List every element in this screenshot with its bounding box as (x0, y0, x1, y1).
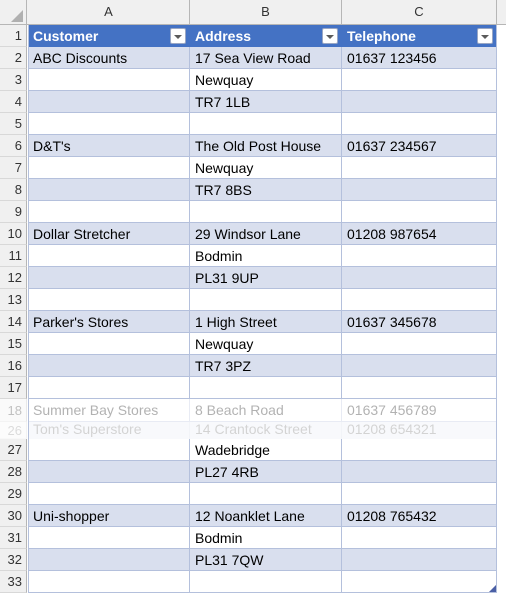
row-header[interactable]: 11 (0, 245, 27, 267)
row-header[interactable]: 32 (0, 549, 27, 571)
row-header[interactable]: 10 (0, 223, 27, 245)
select-all-button[interactable] (0, 0, 27, 24)
select-all-triangle-icon (11, 10, 23, 22)
column-header-b[interactable]: B (190, 0, 342, 24)
row-header[interactable]: 31 (0, 527, 27, 549)
row-header[interactable]: 9 (0, 201, 27, 223)
row-header[interactable]: 12 (0, 267, 27, 289)
row-header[interactable]: 29 (0, 483, 27, 505)
row-header[interactable]: 27 (0, 439, 27, 461)
row-header[interactable]: 4 (0, 91, 27, 113)
row-header[interactable]: 3 (0, 69, 27, 91)
table-resize-handle[interactable] (489, 585, 496, 592)
spreadsheet-grid[interactable]: A B C 1 Customer Address Telephone 2 ABC Discoun… (0, 0, 506, 603)
row-header[interactable]: 14 (0, 311, 27, 333)
column-header-strip: ABC (0, 0, 506, 25)
column-header-a[interactable]: A (28, 0, 190, 24)
row-header[interactable]: 6 (0, 135, 27, 157)
row-header[interactable]: 13 (0, 289, 27, 311)
row-header[interactable]: 18 (0, 399, 27, 422)
row-header[interactable]: 30 (0, 505, 27, 527)
row-header[interactable]: 33 (0, 571, 27, 593)
row-header[interactable]: 5 (0, 113, 27, 135)
table-outline (28, 25, 497, 593)
row-header[interactable]: 2 (0, 47, 27, 69)
row-header[interactable]: 1 (0, 25, 27, 47)
row-header[interactable]: 17 (0, 377, 27, 399)
row-header[interactable]: 16 (0, 355, 27, 377)
column-header-c[interactable]: C (342, 0, 497, 24)
row-header[interactable]: 15 (0, 333, 27, 355)
row-header[interactable]: 8 (0, 179, 27, 201)
row-header[interactable]: 28 (0, 461, 27, 483)
row-header[interactable]: 7 (0, 157, 27, 179)
row-header[interactable]: 26 (0, 422, 27, 439)
